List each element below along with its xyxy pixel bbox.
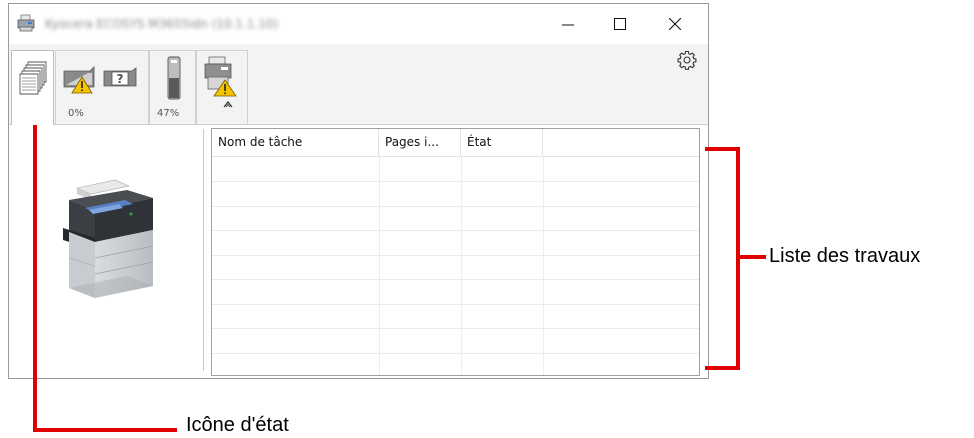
toner-icon (167, 56, 181, 100)
svg-text:?: ? (117, 72, 124, 86)
job-list-callout: Liste des travaux (769, 245, 921, 267)
tab-job-status[interactable] (11, 50, 54, 125)
gear-icon[interactable] (677, 50, 697, 70)
job-list-header: Nom de tâche Pages i... État (212, 129, 699, 157)
panel-divider (203, 129, 204, 371)
tab-consumables[interactable]: ? 0% (55, 50, 149, 124)
minimize-icon (562, 24, 574, 26)
main-panel: Nom de tâche Pages i... État (9, 125, 708, 378)
job-list-bracket-top (705, 147, 740, 151)
document-stack-icon (19, 61, 47, 95)
printer-app-icon (17, 14, 35, 32)
grid-line (543, 156, 544, 375)
column-header-status[interactable]: État (461, 129, 543, 156)
table-row (212, 304, 699, 305)
table-row (212, 206, 699, 207)
consumables-percent: 0% (68, 108, 84, 119)
job-list-bracket-bottom (705, 366, 740, 370)
table-row (212, 328, 699, 329)
grid-line (461, 156, 462, 375)
printer-image (63, 179, 154, 298)
status-tab-bar: ? 0% 47% (9, 44, 708, 125)
column-header-pages[interactable]: Pages i... (379, 129, 461, 156)
table-row (212, 279, 699, 280)
tab-device[interactable] (196, 50, 248, 124)
grid-line (379, 156, 380, 375)
maximize-icon (614, 18, 626, 30)
status-icon-pointer-horizontal (33, 428, 177, 432)
job-list-pointer (740, 255, 766, 259)
window-title: Kyocera ECOSYS M3655idn (10.1.1.10) (45, 17, 279, 31)
table-row (212, 353, 699, 354)
table-row (212, 230, 699, 231)
device-warning-icon (204, 56, 237, 97)
collapse-icon[interactable] (223, 100, 233, 108)
close-icon (669, 18, 681, 30)
status-monitor-window: Kyocera ECOSYS M3655idn (10.1.1.10) ? 0%… (8, 3, 709, 379)
help-icon: ? (103, 67, 137, 87)
title-bar[interactable]: Kyocera ECOSYS M3655idn (10.1.1.10) (9, 4, 708, 44)
status-icon-pointer-vertical (33, 94, 37, 432)
table-row (212, 181, 699, 182)
minimize-button[interactable] (545, 8, 591, 40)
tab-toner[interactable]: 47% (149, 50, 196, 124)
table-row (212, 255, 699, 256)
toner-percent: 47% (157, 108, 180, 119)
warning-icon (63, 66, 95, 94)
status-icon-callout: Icône d'état (186, 414, 289, 436)
maximize-button[interactable] (597, 8, 643, 40)
job-list[interactable]: Nom de tâche Pages i... État (211, 128, 700, 376)
close-button[interactable] (652, 8, 698, 40)
column-header-job-name[interactable]: Nom de tâche (212, 129, 379, 156)
